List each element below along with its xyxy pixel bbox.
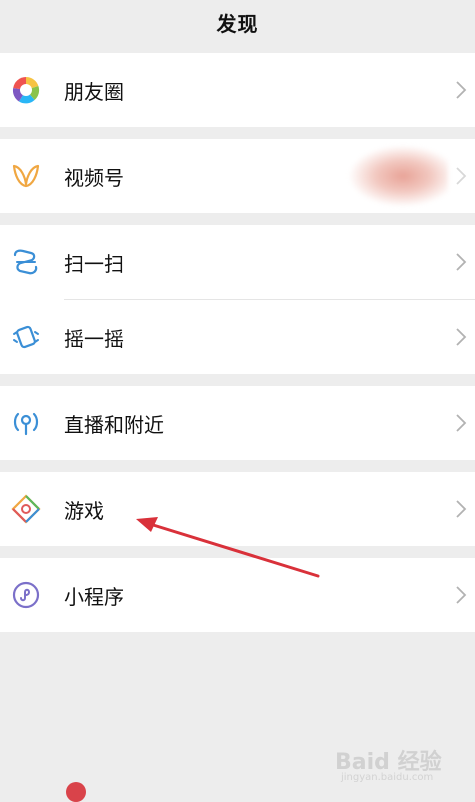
chevron-right-icon [456,414,467,432]
menu-item-label: 小程序 [64,584,124,609]
channels-butterfly-icon [11,161,41,191]
menu-item-games[interactable]: 游戏 [0,472,475,546]
menu-item-channels[interactable]: 视频号 [0,139,475,213]
tab-bar-badge [66,782,86,802]
scan-icon [11,247,41,277]
blurred-avatar [348,145,448,207]
menu-item-shake[interactable]: 摇一摇 [0,300,475,374]
menu-item-label: 扫一扫 [64,251,124,276]
chevron-right-icon [456,167,467,185]
menu-item-live-nearby[interactable]: 直播和附近 [0,386,475,460]
chevron-right-icon [456,328,467,346]
menu-item-label: 朋友圈 [64,79,124,104]
menu-item-moments[interactable]: 朋友圈 [0,53,475,127]
header: 发现 [0,0,475,44]
watermark-sub: jingyan.baidu.com [341,772,434,783]
menu-item-label: 视频号 [64,165,124,190]
chevron-right-icon [456,253,467,271]
menu-item-label: 直播和附近 [64,412,164,437]
menu-item-label: 摇一摇 [64,326,124,351]
chevron-right-icon [456,586,467,604]
group-scan-shake: 扫一扫 摇一摇 [0,225,475,374]
mini-program-icon [11,580,41,610]
menu-item-label: 游戏 [64,498,104,523]
group-channels: 视频号 [0,139,475,213]
chevron-right-icon [456,500,467,518]
chevron-right-icon [456,81,467,99]
group-games: 游戏 [0,472,475,546]
shake-icon [11,322,41,352]
page-title: 发现 [216,11,259,36]
group-live-nearby: 直播和附近 [0,386,475,460]
group-moments: 朋友圈 [0,53,475,127]
moments-aperture-icon [11,75,41,105]
watermark: Baid 经验 jingyan.baidu.com [335,744,465,788]
group-mini-programs: 小程序 [0,558,475,632]
menu-item-mini-programs[interactable]: 小程序 [0,558,475,632]
live-nearby-icon [11,408,41,438]
games-diamond-icon [11,494,41,524]
menu-item-scan[interactable]: 扫一扫 [0,225,475,299]
